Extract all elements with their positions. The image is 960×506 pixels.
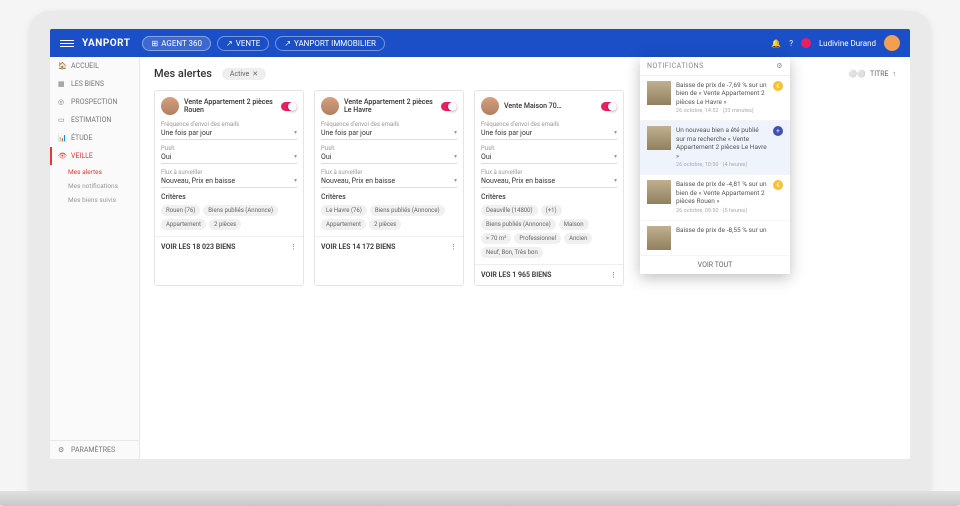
nav-vente[interactable]: ↗VENTE	[217, 36, 269, 51]
notification-item[interactable]: Baisse de prix de -8,55 % sur un	[640, 221, 790, 256]
notif-panel-title: NOTIFICATIONS	[647, 62, 704, 70]
alert-toggle[interactable]	[601, 102, 617, 111]
card-avatar	[321, 97, 339, 115]
criteria-tag[interactable]: Le Havre (76)	[321, 205, 367, 216]
notif-badge-icon: €	[773, 81, 783, 91]
alert-card: Vente Appartement 2 pièces Rouen Fréquen…	[154, 90, 304, 286]
main-content: Mes alertes Active✕ ⚪⚪TITRE↑ Vente Appar…	[140, 57, 910, 459]
filter-chip-active[interactable]: Active✕	[222, 68, 266, 80]
notif-badge-icon: +	[773, 126, 783, 136]
criteria-tag[interactable]: Deauville (14800)	[481, 205, 538, 216]
notif-thumb	[647, 180, 671, 204]
criteria-tag[interactable]: Biens publiés (Annonce)	[203, 205, 278, 216]
view-biens-link[interactable]: VOIR LES 14 172 BIENS	[321, 243, 395, 251]
sidebar-sub-alertes[interactable]: Mes alertes	[50, 165, 139, 179]
nav-agent360[interactable]: ⊞AGENT 360	[142, 36, 211, 51]
card-title: Vente Appartement 2 pièces Le Havre	[344, 98, 436, 115]
notif-thumb	[647, 226, 671, 250]
criteria-tag[interactable]: 2 pièces	[369, 219, 401, 230]
criteria-tag[interactable]: Rouen (76)	[161, 205, 200, 216]
notification-item[interactable]: Un nouveau bien a été publié sur ma rech…	[640, 121, 790, 175]
avatar[interactable]	[884, 35, 900, 51]
sidebar: 🏠ACCUEIL ▦LES BIENS ◎PROSPECTION ▭ESTIMA…	[50, 57, 140, 459]
notif-thumb	[647, 81, 671, 105]
sidebar-item-accueil[interactable]: 🏠ACCUEIL	[50, 57, 139, 75]
sidebar-sub-notifications[interactable]: Mes notifications	[50, 179, 139, 193]
criteria-tag[interactable]: Neuf, Bon, Très bon	[481, 247, 543, 258]
notif-thumb	[647, 126, 671, 150]
sort-control[interactable]: ⚪⚪TITRE↑	[849, 70, 896, 78]
notification-item[interactable]: Baisse de prix de -7,69 % sur un bien de…	[640, 76, 790, 121]
criteria-tag[interactable]: Biens publiés (Annonce)	[481, 219, 556, 230]
card-title: Vente Maison 70…	[504, 102, 596, 110]
card-avatar	[161, 97, 179, 115]
watch-select[interactable]: Nouveau, Prix en baisse	[161, 177, 297, 188]
top-bar: YANPORT ⊞AGENT 360 ↗VENTE ↗YANPORT IMMOB…	[50, 29, 910, 57]
sidebar-item-estimation[interactable]: ▭ESTIMATION	[50, 111, 139, 129]
criteria-tag[interactable]: Appartement	[321, 219, 366, 230]
nav-yanport[interactable]: ↗YANPORT IMMOBILIER	[275, 36, 385, 51]
freq-select[interactable]: Une fois par jour	[321, 129, 457, 140]
notif-view-all[interactable]: VOIR TOUT	[640, 256, 790, 274]
help-icon[interactable]: ?	[789, 39, 793, 48]
criteria-tag[interactable]: (+1)	[541, 205, 562, 216]
criteria-tag[interactable]: Appartement	[161, 219, 206, 230]
sidebar-item-veille[interactable]: 👁VEILLE	[50, 147, 139, 165]
notif-badge-icon: €	[773, 180, 783, 190]
apps-icon[interactable]	[801, 38, 811, 48]
watch-select[interactable]: Nouveau, Prix en baisse	[481, 177, 617, 188]
card-menu-icon[interactable]: ⋮	[610, 271, 617, 279]
sidebar-sub-biens-suivis[interactable]: Mes biens suivis	[50, 193, 139, 207]
card-avatar	[481, 97, 499, 115]
bell-icon[interactable]: 🔔	[771, 39, 781, 48]
card-title: Vente Appartement 2 pièces Rouen	[184, 98, 276, 115]
criteria-tag[interactable]: > 70 m²	[481, 233, 511, 244]
criteria-tag[interactable]: Ancien	[564, 233, 592, 244]
sidebar-item-parametres[interactable]: ⚙PARAMÈTRES	[50, 441, 139, 459]
alert-toggle[interactable]	[441, 102, 457, 111]
view-biens-link[interactable]: VOIR LES 18 023 BIENS	[161, 243, 235, 251]
sidebar-item-etude[interactable]: 📊ÉTUDE	[50, 129, 139, 147]
criteria-tag[interactable]: 2 pièces	[209, 219, 241, 230]
alert-toggle[interactable]	[281, 102, 297, 111]
notifications-panel: NOTIFICATIONS ⚙ Baisse de prix de -7,69 %…	[640, 57, 790, 274]
alert-card: Vente Maison 70… Fréquence d'envoi des e…	[474, 90, 624, 286]
watch-select[interactable]: Nouveau, Prix en baisse	[321, 177, 457, 188]
push-select[interactable]: Oui	[481, 153, 617, 164]
push-select[interactable]: Oui	[161, 153, 297, 164]
criteria-tag[interactable]: Biens publiés (Annonce)	[370, 205, 445, 216]
logo: YANPORT	[82, 38, 130, 49]
sidebar-item-prospection[interactable]: ◎PROSPECTION	[50, 93, 139, 111]
freq-select[interactable]: Une fois par jour	[161, 129, 297, 140]
sidebar-item-biens[interactable]: ▦LES BIENS	[50, 75, 139, 93]
view-biens-link[interactable]: VOIR LES 1 965 BIENS	[481, 271, 551, 279]
card-menu-icon[interactable]: ⋮	[450, 243, 457, 251]
menu-icon[interactable]	[60, 38, 74, 48]
page-title: Mes alertes	[154, 67, 212, 80]
notif-settings-icon[interactable]: ⚙	[776, 62, 783, 70]
notification-item[interactable]: Baisse de prix de -4,81 % sur un bien de…	[640, 175, 790, 220]
push-select[interactable]: Oui	[321, 153, 457, 164]
freq-select[interactable]: Une fois par jour	[481, 129, 617, 140]
alert-card: Vente Appartement 2 pièces Le Havre Fréq…	[314, 90, 464, 286]
criteria-tag[interactable]: Maison	[559, 219, 589, 230]
user-name: Ludivine Durand	[819, 39, 876, 48]
card-menu-icon[interactable]: ⋮	[290, 243, 297, 251]
criteria-tag[interactable]: Professionnel	[514, 233, 561, 244]
